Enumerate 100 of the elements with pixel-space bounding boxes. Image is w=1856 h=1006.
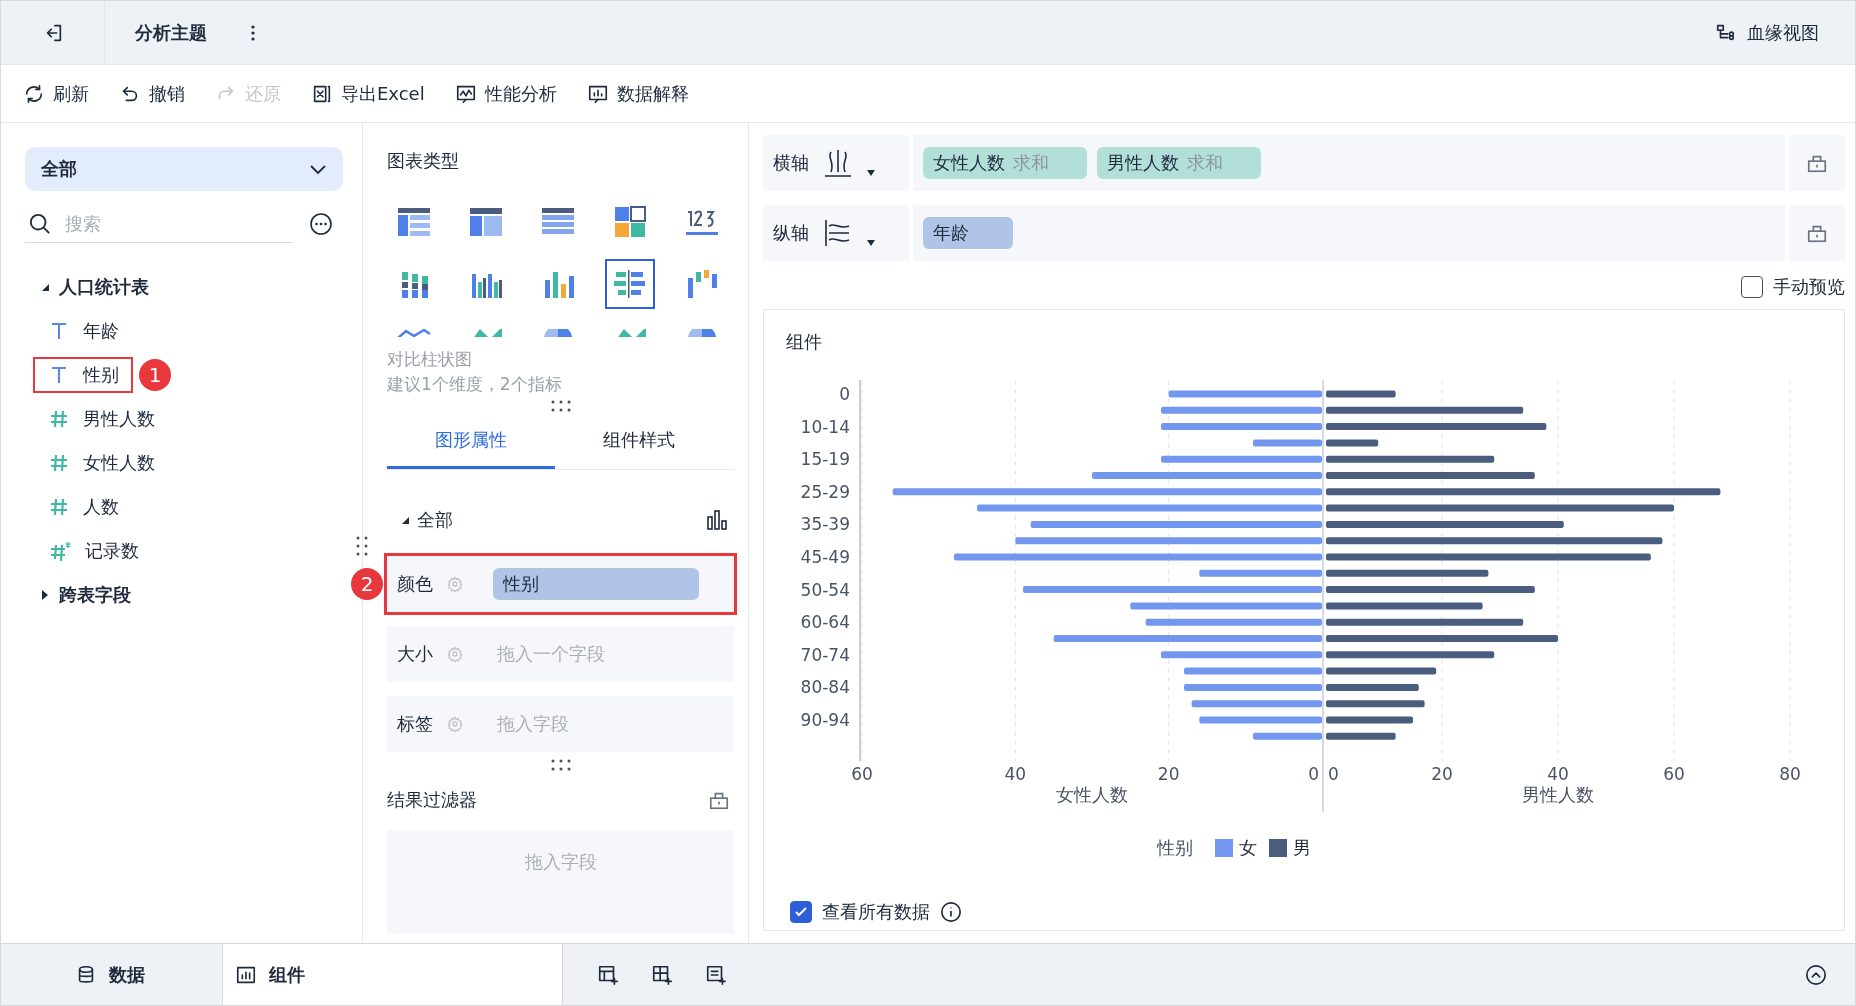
table-name: 人口统计表	[59, 275, 149, 299]
drop-hint: 拖入字段	[497, 712, 569, 736]
drag-handle-icon[interactable]	[549, 399, 572, 413]
toolbar-button[interactable]: 撤销	[117, 77, 187, 110]
category-label: 10-14	[800, 416, 850, 437]
checkbox-label: 手动预览	[1773, 275, 1845, 299]
page-title: 分析主题	[135, 20, 207, 45]
drag-handle-icon[interactable]	[355, 535, 369, 557]
axis-header[interactable]: 横轴	[763, 135, 909, 191]
property-label: 大小	[397, 642, 434, 666]
field-chip[interactable]: 男性人数 求和	[1097, 147, 1261, 179]
chart-type-button[interactable]	[605, 259, 655, 309]
tree-group[interactable]: 跨表字段	[25, 573, 342, 617]
axis-title: 男性人数	[1522, 784, 1594, 805]
search-icon	[29, 212, 51, 235]
search-field[interactable]: 搜索	[63, 212, 263, 235]
field-item[interactable]: 年龄	[33, 313, 133, 349]
text-type-icon	[49, 365, 69, 385]
legend-label: 女	[1239, 836, 1257, 860]
group-label: 全部	[417, 508, 453, 532]
checkbox[interactable]	[790, 901, 812, 923]
refresh-icon	[23, 82, 45, 105]
bar	[1326, 390, 1396, 398]
property-row[interactable]: 标签 拖入字段	[387, 696, 734, 752]
tick-label: 40	[1547, 764, 1569, 784]
checkmark-icon	[794, 905, 808, 919]
section-title: 图表类型	[387, 149, 460, 173]
step-marker: 1	[139, 359, 171, 391]
axis-label: 横轴	[773, 151, 809, 175]
chart-type-hint: 建议1个维度，2个指标	[387, 373, 562, 396]
bar	[1253, 732, 1322, 740]
dataset-dropdown[interactable]: 全部	[25, 147, 343, 191]
category-label: 45-49	[800, 547, 850, 567]
table-name: 跨表字段	[59, 583, 131, 607]
legend-label: 男	[1293, 836, 1311, 860]
category-label: 80-84	[800, 677, 850, 698]
checkbox[interactable]	[1741, 276, 1763, 298]
more-options-icon[interactable]	[309, 212, 333, 236]
bottom-tab[interactable]: 组件	[223, 944, 563, 1005]
tree-group[interactable]: 人口统计表	[25, 265, 342, 309]
bar	[1253, 439, 1322, 447]
axis-title: 女性人数	[1056, 784, 1128, 805]
toolbar-button[interactable]: 数据解释	[584, 77, 691, 110]
axis-drop-zone[interactable]: 年龄	[913, 205, 1785, 261]
hash-star-icon	[49, 541, 71, 561]
axis-header[interactable]: 纵轴	[763, 205, 909, 261]
category-label: 25-29	[800, 481, 850, 502]
info-icon[interactable]	[940, 901, 962, 923]
property-label: 颜色	[397, 572, 434, 596]
tick-label: 20	[1431, 764, 1453, 784]
bar	[1326, 439, 1379, 447]
category-label: 70-74	[800, 644, 850, 665]
field-chip[interactable]: 年龄	[923, 217, 1013, 249]
hash-icon	[49, 409, 69, 429]
chart-type-name: 对比柱状图	[387, 348, 472, 371]
category-label: 50-54	[800, 579, 850, 600]
property-tab[interactable]: 组件样式	[555, 413, 723, 469]
drop-hint: 拖入一个字段	[497, 642, 605, 666]
bar	[1326, 732, 1396, 740]
text-type-icon	[49, 321, 69, 341]
caret-icon[interactable]	[867, 240, 875, 246]
section-title: 结果过滤器	[387, 788, 477, 812]
tick-label: 40	[1004, 764, 1027, 784]
field-item[interactable]: 记录数	[33, 533, 153, 569]
lineage-view-button[interactable]: 血缘视图	[1709, 19, 1825, 46]
tick-label: 20	[1157, 764, 1180, 784]
property-row[interactable]: 大小 拖入一个字段	[387, 626, 734, 682]
tick-label: 60	[851, 764, 873, 784]
field-item[interactable]: 女性人数	[33, 445, 169, 481]
legend-title: 性别	[1157, 836, 1193, 860]
checkbox-label: 查看所有数据	[822, 900, 930, 924]
property-label: 标签	[397, 712, 434, 736]
field-item[interactable]: 人数	[33, 489, 133, 525]
caret-icon[interactable]	[867, 170, 875, 176]
hash-icon	[49, 497, 69, 517]
category-label: 35-39	[800, 514, 850, 535]
tick-label: 80	[1779, 764, 1801, 784]
category-label: 60-64	[800, 612, 850, 633]
step-marker: 2	[351, 568, 383, 600]
category-label: 90-94	[800, 710, 850, 730]
axis-label: 纵轴	[773, 221, 809, 245]
bar-chart-icon[interactable]	[706, 509, 728, 531]
axis-drop-zone[interactable]: 女性人数 求和 男性人数 求和	[913, 135, 1785, 191]
property-tab[interactable]: 图形属性	[387, 413, 555, 469]
field-chip[interactable]: 性别	[493, 568, 699, 600]
field-item[interactable]: 男性人数	[33, 401, 169, 437]
category-label: 15-19	[800, 449, 850, 470]
toolbar-button[interactable]: 刷新	[21, 77, 91, 110]
drag-handle-icon[interactable]	[549, 758, 572, 772]
toolbar-button[interactable]: 性能分析	[452, 77, 559, 110]
toolbar-button[interactable]: 导出Excel	[309, 77, 427, 110]
tick-label: 0	[1328, 764, 1339, 784]
wave-columns-icon	[823, 148, 853, 178]
tick-label: 0	[1308, 764, 1319, 784]
category-label: 0	[839, 384, 850, 404]
card-title: 组件	[786, 330, 823, 354]
hash-icon	[49, 453, 69, 473]
highlighted-field-item[interactable]: 性别	[33, 357, 133, 393]
tick-label: 60	[1663, 764, 1685, 784]
field-chip[interactable]: 女性人数 求和	[923, 147, 1087, 179]
